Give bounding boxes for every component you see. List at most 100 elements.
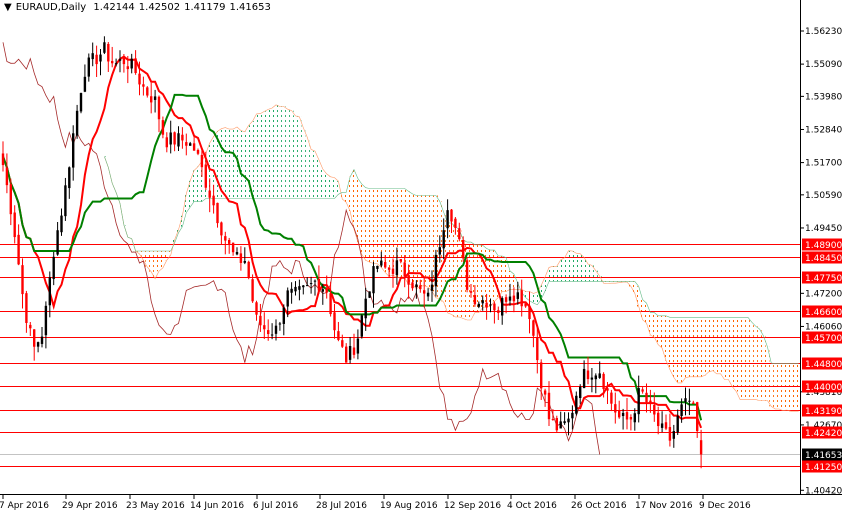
candle-body: [228, 240, 231, 244]
candle-body: [107, 43, 110, 62]
ichimoku-cloud: [102, 104, 801, 412]
candle-body: [411, 282, 414, 289]
cloud-bear-segment: [683, 317, 688, 378]
candle-body: [419, 285, 422, 290]
cloud-bear-segment: [414, 195, 419, 289]
cloud-bear-segment: [718, 317, 723, 374]
candle-body: [508, 296, 512, 301]
cloud-bear-segment: [363, 187, 368, 261]
candle-body: [692, 402, 695, 404]
cloud-bear-segment: [695, 317, 700, 377]
price-tick-label: 1.56230: [805, 27, 842, 37]
candle-body: [664, 422, 668, 429]
candle-body: [391, 268, 395, 274]
candle-body: [302, 285, 305, 288]
cloud-bear-segment: [761, 335, 766, 401]
candle-body: [598, 373, 601, 378]
candle-body: [547, 392, 551, 420]
candle-body: [79, 93, 83, 112]
candle-body: [290, 288, 293, 293]
cloud-bear-segment: [745, 317, 750, 400]
candle-body: [637, 388, 640, 415]
candle-body: [372, 266, 375, 294]
price-tick-label: 1.40420: [805, 486, 842, 496]
candle-body: [282, 307, 285, 324]
candle-body: [477, 303, 480, 307]
candle-body: [153, 96, 157, 100]
level-price-label: 1.45700: [805, 334, 842, 344]
time-tick-label: 7 Apr 2016: [0, 501, 49, 511]
candle-body: [582, 368, 586, 389]
price-tick-label: 1.46060: [805, 322, 842, 332]
candle-body: [645, 392, 648, 403]
candle-body: [83, 76, 87, 92]
candle-body: [528, 305, 531, 320]
candle-body: [259, 315, 262, 326]
candle-body: [469, 291, 473, 293]
candle-body: [321, 289, 324, 292]
cloud-bear-segment: [699, 317, 704, 377]
price-tick-label: 1.53980: [805, 92, 842, 102]
time-tick-label: 4 Oct 2016: [507, 501, 557, 511]
candle-body: [29, 324, 32, 329]
cloud-bear-segment: [703, 317, 707, 376]
cloud-bear-segment: [796, 363, 801, 412]
candle-body: [185, 142, 188, 146]
cloud-bear-segment: [371, 188, 376, 264]
cloud-bull-segment: [293, 115, 298, 199]
price-axis[interactable]: 1.56230 1.55090 1.53980 1.52840 1.51700 1.505…: [800, 27, 842, 496]
candle-body: [169, 132, 172, 145]
candle-body: [263, 325, 266, 330]
cloud-bear-segment: [691, 317, 696, 377]
price-tick-label: 1.50590: [805, 191, 842, 201]
cloud-bull-segment: [285, 109, 290, 199]
candle-body: [559, 421, 562, 429]
candle-body: [111, 60, 114, 64]
candle-body: [571, 412, 574, 419]
cloud-bull-segment: [550, 266, 555, 282]
candle-body: [298, 286, 301, 290]
candle-body: [415, 284, 418, 288]
candle-body: [181, 134, 184, 141]
candle-body: [231, 242, 235, 253]
cloud-bear-segment: [410, 193, 415, 285]
cloud-bull-segment: [250, 121, 255, 199]
candle-body: [493, 303, 496, 311]
candle-body: [485, 302, 488, 308]
candle-body: [504, 297, 508, 302]
collapse-triangle-icon[interactable]: ▼: [4, 2, 12, 13]
cloud-bear-segment: [511, 274, 516, 290]
cloud-bear-segment: [149, 251, 154, 272]
cloud-bear-segment: [738, 317, 743, 400]
cloud-bull-segment: [547, 267, 551, 282]
time-axis[interactable]: 7 Apr 2016 29 Apr 2016 23 May 2016 14 Jun 2…: [0, 494, 751, 511]
price-chart[interactable]: 1.56230 1.55090 1.53980 1.52840 1.51700 1.505…: [0, 0, 842, 512]
candle-body: [341, 340, 344, 347]
cloud-bear-segment: [352, 169, 356, 230]
candle-body: [555, 418, 558, 431]
candle-body: [594, 375, 597, 380]
cloud-bear-segment: [449, 223, 454, 315]
cloud-bear-segment: [640, 299, 645, 320]
cloud-bear-segment: [667, 317, 672, 370]
cloud-bear-segment: [367, 188, 372, 263]
candle-body: [196, 149, 200, 154]
candle-body: [387, 267, 391, 270]
cloud-bull-segment: [316, 159, 321, 199]
cloud-bull-segment: [258, 113, 263, 199]
candle-body: [348, 346, 352, 360]
cloud-bear-segment: [375, 188, 380, 264]
candle-body: [680, 404, 683, 416]
price-tick-label: 1.51700: [805, 159, 842, 169]
candle-body: [407, 275, 410, 285]
cloud-bull-segment: [328, 176, 333, 199]
candle-body: [356, 338, 360, 354]
current-price-label: 1.41653: [805, 451, 842, 461]
cloud-bull-segment: [305, 137, 310, 199]
chart-window[interactable]: 1.56230 1.55090 1.53980 1.52840 1.51700 1.505…: [0, 0, 842, 512]
cloud-bull-segment: [586, 263, 590, 282]
cloud-bull-segment: [320, 168, 325, 199]
time-tick-label: 19 Aug 2016: [380, 501, 438, 511]
cloud-bull-segment: [231, 129, 236, 199]
candle-body: [364, 298, 367, 319]
